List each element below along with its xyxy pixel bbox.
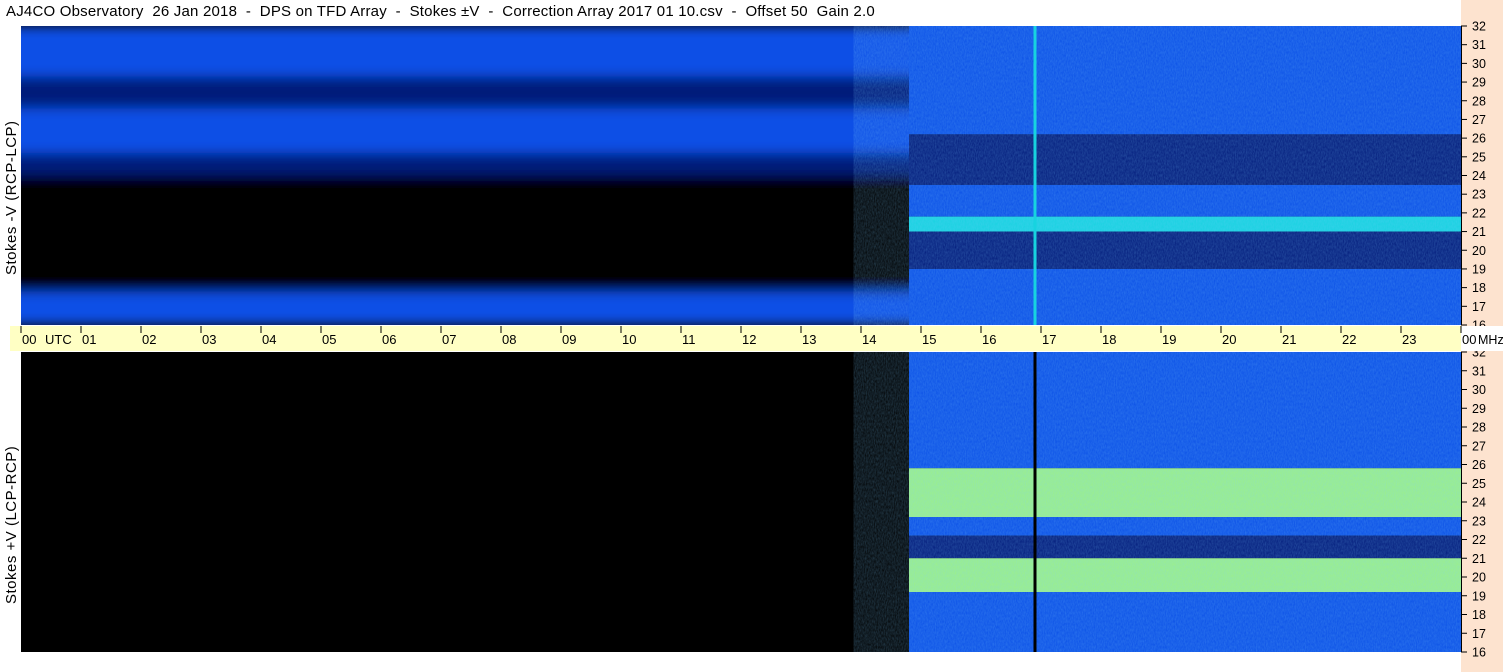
bottom-spectrogram-svg (21, 352, 1461, 652)
frequency-tick-label-16: 16 (1472, 319, 1486, 327)
utc-tick-label-15: 15 (922, 332, 936, 347)
mhz-unit-label: MHz (1478, 333, 1503, 347)
utc-tick-label-22: 22 (1342, 332, 1356, 347)
frequency-tick-label-22: 22 (1472, 206, 1486, 220)
frequency-tick-label-20: 20 (1472, 571, 1486, 585)
frequency-tick-label-23: 23 (1472, 188, 1486, 202)
utc-tick-label-16: 16 (982, 332, 996, 347)
frequency-tick-label-18: 18 (1472, 281, 1486, 295)
top-synthetic-band-0 (21, 26, 909, 77)
frequency-tick-label-18: 18 (1472, 608, 1486, 622)
bottom-spectrogram (21, 352, 1461, 652)
frequency-tick-label-30: 30 (1472, 57, 1486, 71)
bottom-synthetic-region (21, 352, 909, 652)
frequency-tick-label-27: 27 (1472, 113, 1486, 127)
bottom-measured-noise (909, 352, 1461, 652)
frequency-tick-label-27: 27 (1472, 439, 1486, 453)
utc-tick-label-3: 03 (202, 332, 216, 347)
top-spectrogram (21, 26, 1461, 325)
frequency-tick-label-28: 28 (1472, 94, 1486, 108)
frequency-tick-label-26: 26 (1472, 458, 1486, 472)
utc-tick-label-7: 07 (442, 332, 456, 347)
utc-tick-label-5: 05 (322, 332, 336, 347)
frequency-tick-label-24: 24 (1472, 496, 1486, 510)
frequency-tick-label-25: 25 (1472, 477, 1486, 491)
utc-tick-label-24: 00 (1462, 332, 1476, 347)
frequency-tick-label-32: 32 (1472, 20, 1486, 34)
utc-tick-label-23: 23 (1402, 332, 1416, 347)
utc-tick-label-1: 01 (82, 332, 96, 347)
utc-tick-label-11: 11 (682, 332, 696, 347)
utc-tick-label-18: 18 (1102, 332, 1116, 347)
frequency-tick-label-24: 24 (1472, 169, 1486, 183)
bottom-measured-region (909, 352, 1461, 652)
top-synthetic-region (21, 26, 909, 325)
frequency-tick-label-21: 21 (1472, 552, 1486, 566)
frequency-tick-label-22: 22 (1472, 533, 1486, 547)
frequency-tick-label-19: 19 (1472, 262, 1486, 276)
frequency-tick-label-23: 23 (1472, 514, 1486, 528)
utc-tick-label-17: 17 (1042, 332, 1056, 347)
frequency-tick-label-17: 17 (1472, 300, 1486, 314)
frequency-tick-label-20: 20 (1472, 244, 1486, 258)
top-synthetic-band-5 (21, 291, 909, 325)
chart-title: AJ4CO Observatory 26 Jan 2018 - DPS on T… (6, 3, 875, 20)
top-spectrogram-svg (21, 26, 1461, 325)
frequency-tick-label-16: 16 (1472, 646, 1486, 660)
frequency-tick-label-19: 19 (1472, 589, 1486, 603)
utc-tick-label-0: 00 (22, 332, 36, 347)
utc-tick-label-10: 10 (622, 332, 636, 347)
top-panel-ylabel: Stokes -V (RCP-LCP) (3, 120, 20, 275)
utc-time-axis-svg: 00 01 02 03 04 05 06 07 08 09 10 11 12 13 14 15 16 17 18 19… (20, 326, 1503, 347)
frequency-tick-label-25: 25 (1472, 150, 1486, 164)
frequency-tick-label-21: 21 (1472, 225, 1486, 239)
utc-unit-label: UTC (45, 332, 72, 347)
bottom-frequency-axis: 32 31 30 29 28 27 26 25 24 23 22 21 20 19 18 17 16 (1461, 351, 1503, 672)
utc-tick-label-2: 02 (142, 332, 156, 347)
utc-tick-label-9: 09 (562, 332, 576, 347)
frequency-tick-label-17: 17 (1472, 627, 1486, 641)
utc-tick-label-20: 20 (1222, 332, 1236, 347)
utc-tick-label-12: 12 (742, 332, 756, 347)
frequency-tick-label-28: 28 (1472, 421, 1486, 435)
utc-tick-label-6: 06 (382, 332, 396, 347)
top-frequency-axis: 32 31 30 29 28 27 26 25 24 23 22 21 20 19 18 17 16 (1461, 0, 1503, 326)
utc-time-axis: 00 01 02 03 04 05 06 07 08 09 10 11 12 13 14 15 16 17 18 19… (10, 326, 1503, 351)
utc-tick-label-13: 13 (802, 332, 816, 347)
top-measured-region (909, 26, 1461, 325)
frequency-tick-label-29: 29 (1472, 76, 1486, 90)
utc-tick-label-8: 08 (502, 332, 516, 347)
frequency-tick-label-31: 31 (1472, 38, 1486, 52)
bottom-panel-ylabel: Stokes +V (LCP-RCP) (3, 445, 20, 604)
frequency-tick-label-32: 32 (1472, 351, 1486, 360)
top-synthetic-band-2 (21, 108, 909, 154)
bottom-frequency-axis-svg: 32 31 30 29 28 27 26 25 24 23 22 21 20 19 18 17 16 (1461, 351, 1486, 660)
frequency-tick-label-31: 31 (1472, 364, 1486, 378)
frequency-tick-label-30: 30 (1472, 383, 1486, 397)
top-synthetic-band-3 (21, 153, 909, 176)
frequency-tick-label-29: 29 (1472, 402, 1486, 416)
utc-tick-label-21: 21 (1282, 332, 1296, 347)
utc-tick-label-19: 19 (1162, 332, 1176, 347)
utc-tick-label-14: 14 (862, 332, 876, 347)
top-frequency-axis-svg: 32 31 30 29 28 27 26 25 24 23 22 21 20 19 18 17 16 (1461, 20, 1486, 327)
top-measured-noise (909, 26, 1461, 325)
utc-tick-label-4: 04 (262, 332, 276, 347)
bottom-synthetic-band-0 (21, 352, 909, 652)
top-synthetic-band-4 (21, 175, 909, 292)
frequency-tick-label-26: 26 (1472, 132, 1486, 146)
top-synthetic-band-1 (21, 76, 909, 109)
